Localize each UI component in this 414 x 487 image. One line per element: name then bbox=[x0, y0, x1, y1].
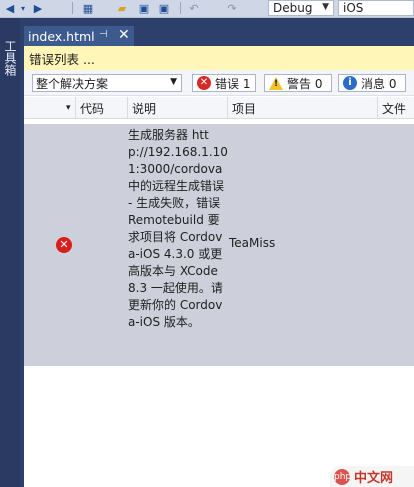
column-header-file-label: 文件 bbox=[382, 101, 407, 116]
navigate-back-icon[interactable]: ◀ bbox=[2, 0, 18, 16]
column-header-category[interactable]: ▾ bbox=[24, 97, 76, 119]
messages-count-label: 消息 0 bbox=[361, 76, 397, 91]
errors-count-label: 错误 1 bbox=[215, 76, 251, 91]
chevron-down-icon: ▼ bbox=[322, 2, 329, 12]
column-header-description-label: 说明 bbox=[132, 101, 157, 116]
error-icon: ✕ bbox=[56, 237, 72, 253]
table-row[interactable]: ✕ 生成服务器 http://192.168.1.101:3000/cordov… bbox=[24, 124, 414, 366]
save-icon[interactable]: ▣ bbox=[136, 0, 152, 16]
solution-platform-value: iOS bbox=[343, 1, 364, 15]
toolbar-separator bbox=[72, 2, 73, 14]
warnings-filter-button[interactable]: 警告 0 bbox=[264, 74, 332, 92]
panel-title: 错误列表 ... bbox=[24, 46, 414, 70]
solution-configuration-value: Debug bbox=[273, 1, 313, 15]
undo-icon[interactable]: ↶ bbox=[186, 0, 202, 16]
watermark-logo-icon: php bbox=[334, 468, 351, 485]
main-toolbar: ◀ ▾ ▶ ▦ ▰ ▣ ▣ ↶ ↷ Debug ▼ iOS bbox=[0, 0, 414, 18]
scope-select[interactable]: 整个解决方案 ▼ bbox=[32, 74, 182, 92]
column-header-project-label: 项目 bbox=[232, 101, 257, 116]
errors-filter-button[interactable]: ✕ 错误 1 bbox=[192, 74, 256, 92]
messages-filter-button[interactable]: i 消息 0 bbox=[338, 74, 406, 92]
tab-index-html[interactable]: index.html ⊣ ✕ bbox=[24, 26, 134, 46]
redo-icon[interactable]: ↷ bbox=[224, 0, 240, 16]
column-header-file[interactable]: 文件 bbox=[378, 97, 414, 119]
scope-value: 整个解决方案 bbox=[36, 76, 109, 91]
error-project: TeaMiss bbox=[229, 236, 276, 250]
open-file-icon[interactable]: ▰ bbox=[114, 0, 130, 16]
column-header-code-label: 代码 bbox=[80, 101, 105, 116]
save-all-icon[interactable]: ▣ bbox=[156, 0, 172, 16]
solution-platform-select[interactable]: iOS bbox=[338, 0, 414, 16]
watermark: php 中文网 bbox=[330, 466, 414, 487]
dropdown-arrow-icon[interactable]: ▾ bbox=[18, 0, 28, 16]
error-list-panel: 错误列表 ... 整个解决方案 ▼ ✕ 错误 1 警告 0 i 消息 0 ▾ 代… bbox=[24, 46, 414, 487]
tab-title: index.html bbox=[28, 28, 95, 44]
chevron-down-icon: ▼ bbox=[170, 77, 177, 87]
column-header-project[interactable]: 项目 bbox=[228, 97, 378, 119]
warning-icon bbox=[269, 76, 283, 90]
sort-icon: ▾ bbox=[66, 103, 71, 113]
warnings-count-label: 警告 0 bbox=[287, 76, 323, 91]
error-list-header: ▾ 代码 说明 项目 文件 bbox=[24, 97, 414, 119]
column-header-code[interactable]: 代码 bbox=[76, 97, 128, 119]
pin-icon[interactable]: ⊣ bbox=[99, 29, 108, 40]
watermark-text: 中文网 bbox=[354, 471, 394, 486]
error-description: 生成服务器 http://192.168.1.101:3000/cordova … bbox=[128, 128, 228, 329]
info-icon: i bbox=[343, 76, 357, 90]
toolbar-separator bbox=[180, 2, 181, 14]
error-icon: ✕ bbox=[197, 76, 211, 90]
toolbox-strip: 工具箱 bbox=[0, 18, 20, 487]
close-icon[interactable]: ✕ bbox=[118, 27, 130, 43]
new-project-icon[interactable]: ▦ bbox=[80, 0, 96, 16]
solution-configuration-select[interactable]: Debug ▼ bbox=[268, 0, 334, 16]
column-header-description[interactable]: 说明 bbox=[128, 97, 228, 119]
error-list-filter-bar: 整个解决方案 ▼ ✕ 错误 1 警告 0 i 消息 0 bbox=[24, 70, 414, 96]
navigate-forward-icon[interactable]: ▶ bbox=[30, 0, 46, 16]
toolbox-label[interactable]: 工具箱 bbox=[3, 40, 17, 76]
